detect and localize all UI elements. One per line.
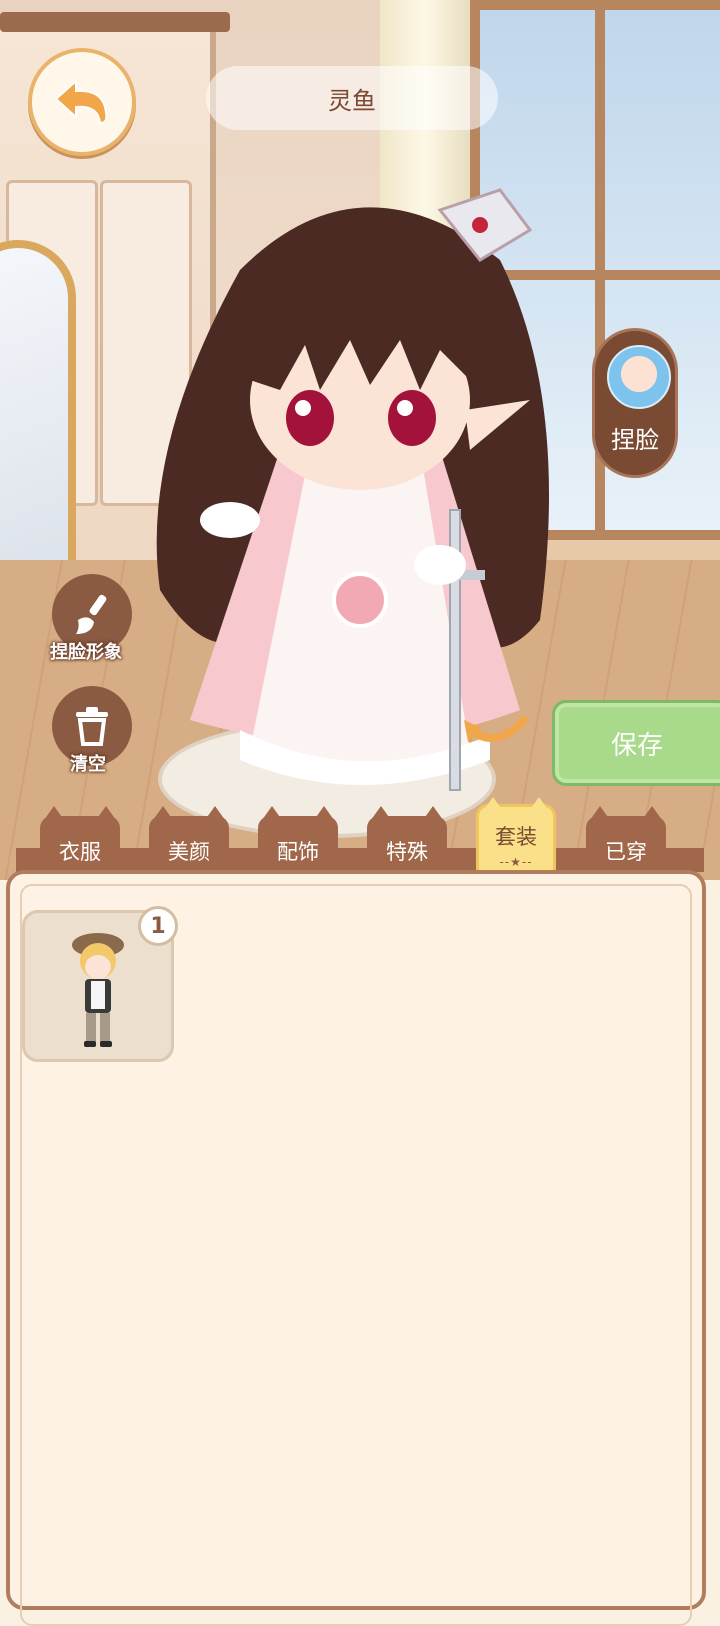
face-edit-label: 捏脸: [611, 426, 659, 454]
star-divider-icon: --★--: [499, 855, 533, 869]
save-button[interactable]: 保存: [552, 700, 720, 786]
tab-clothes[interactable]: 衣服: [40, 806, 120, 876]
face-edit-button[interactable]: 捏脸: [592, 328, 678, 478]
clear-label: 清空: [70, 754, 106, 775]
tab-worn[interactable]: 已穿: [586, 806, 666, 876]
back-button[interactable]: [28, 48, 136, 156]
face-image-label: 捏脸形象: [50, 642, 122, 663]
wall-shelf: [0, 12, 230, 32]
tab-special[interactable]: 特殊: [367, 806, 447, 876]
face-avatar-icon: [607, 345, 671, 409]
character-name[interactable]: 灵鱼: [206, 66, 498, 130]
trash-icon: [76, 707, 108, 746]
brush-icon: [76, 594, 107, 634]
tab-accessories[interactable]: 配饰: [258, 806, 338, 876]
tab-beauty[interactable]: 美颜: [149, 806, 229, 876]
outfit-count-badge: 1: [138, 906, 178, 946]
rotate-icon[interactable]: [462, 700, 532, 750]
back-arrow-icon: [54, 78, 108, 125]
tab-outfits-label: 套装: [495, 825, 537, 849]
